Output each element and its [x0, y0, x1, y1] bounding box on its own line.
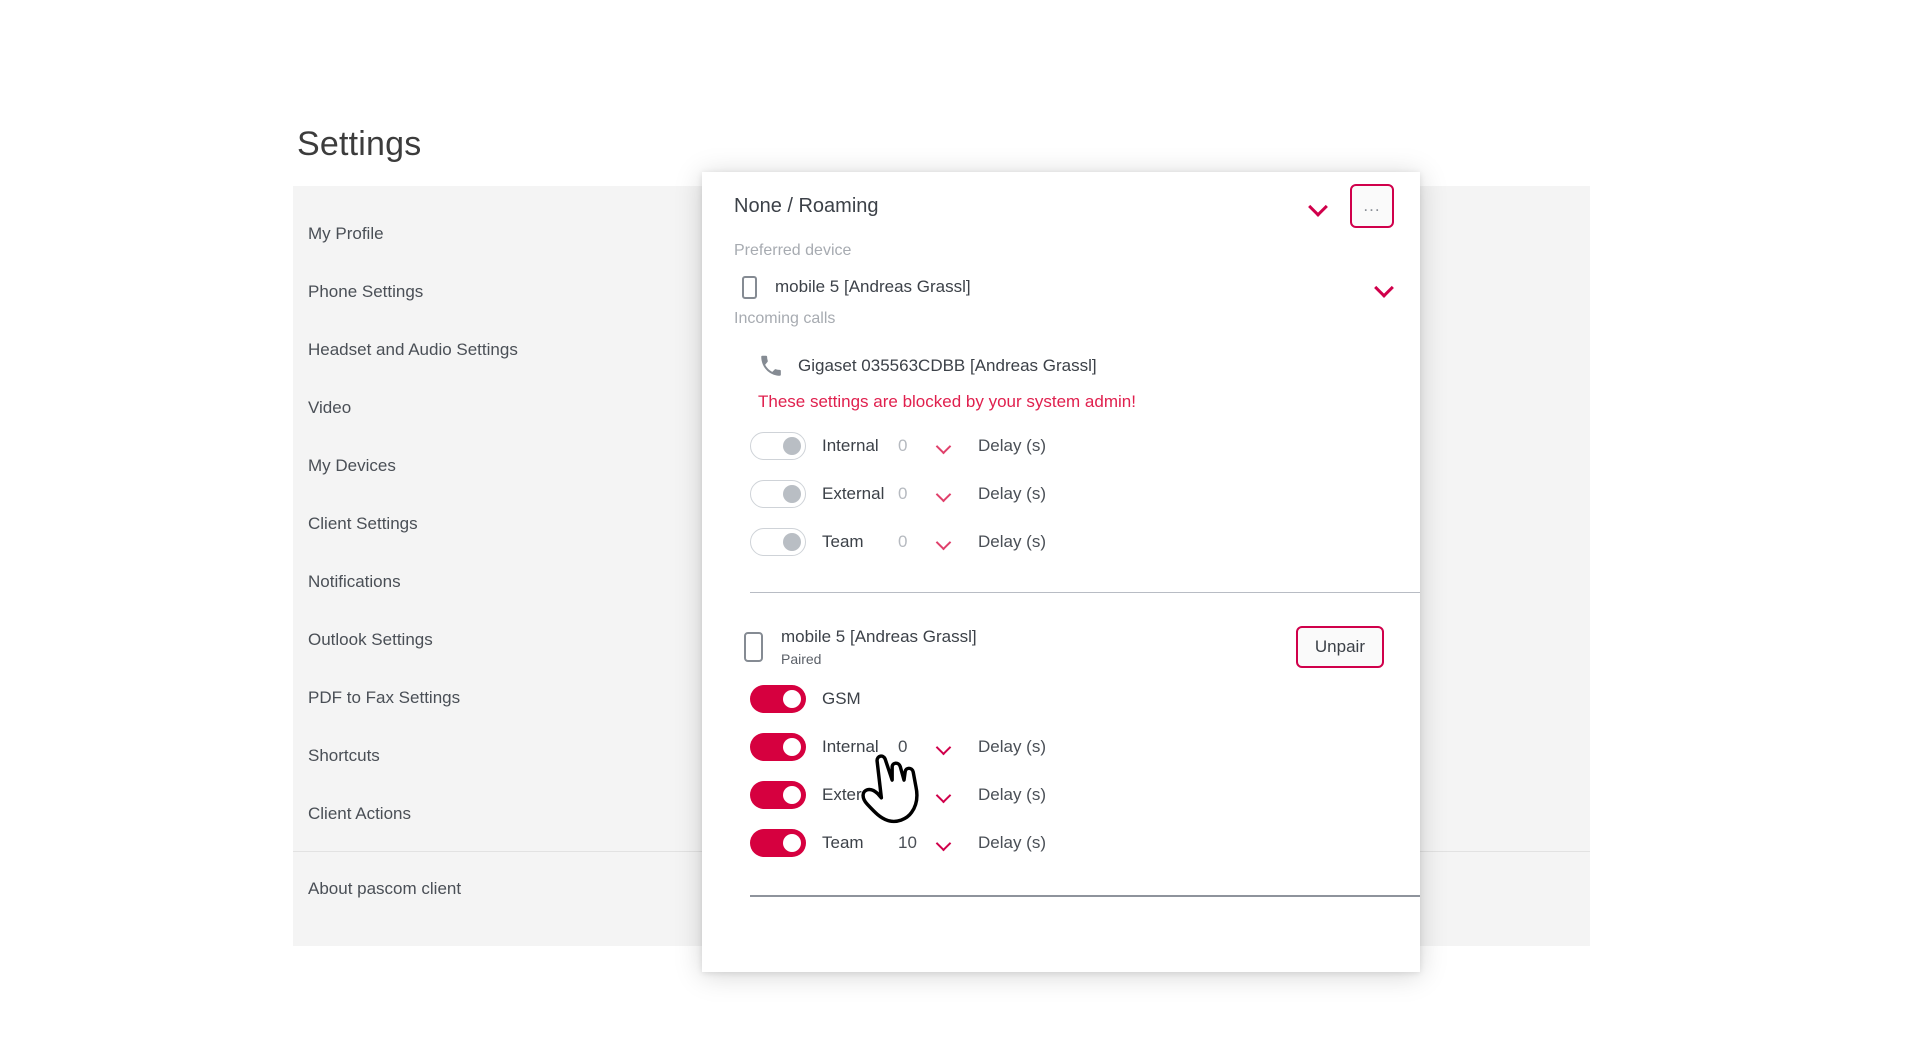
gigaset-device-name: Gigaset 035563CDBB [Andreas Grassl]: [798, 356, 1097, 375]
toggle-row-team: Team 10 Delay (s): [728, 819, 1394, 867]
mobile-phone-icon: [744, 632, 763, 662]
toggle-internal[interactable]: [750, 733, 806, 761]
page-title: Settings: [297, 125, 422, 163]
chevron-down-icon[interactable]: [934, 436, 954, 456]
screen: Settings My Profile Phone Settings Heads…: [0, 0, 1920, 1040]
toggle-row-team-blocked: Team 0 Delay (s): [728, 518, 1394, 566]
sidebar-item-about-pascom-client[interactable]: About pascom client: [293, 860, 723, 918]
chevron-down-icon[interactable]: [1374, 277, 1394, 297]
delay-unit-external: Delay (s): [978, 484, 1047, 503]
toggle-label-gsm: GSM: [822, 689, 861, 708]
toggle-row-internal: Internal 0 Delay (s): [728, 723, 1394, 771]
delay-unit-external: Delay (s): [978, 785, 1047, 804]
sidebar-item-outlook-settings[interactable]: Outlook Settings: [293, 611, 723, 669]
sidebar-item-my-profile[interactable]: My Profile: [293, 205, 723, 263]
toggle-external-blocked[interactable]: [750, 480, 806, 508]
toggle-row-gsm: GSM: [728, 675, 1394, 723]
sidebar-item-phone-settings[interactable]: Phone Settings: [293, 263, 723, 321]
sidebar-item-notifications[interactable]: Notifications: [293, 553, 723, 611]
delay-unit-team: Delay (s): [978, 532, 1047, 551]
delay-unit-internal: Delay (s): [978, 737, 1047, 756]
paired-device-text: mobile 5 [Andreas Grassl] Paired: [781, 627, 1296, 667]
chevron-down-icon[interactable]: [934, 484, 954, 504]
toggle-knob: [783, 533, 801, 551]
delay-value-internal: 0: [898, 436, 908, 455]
dialog-title: None / Roaming: [734, 194, 879, 217]
toggle-gsm[interactable]: [750, 685, 806, 713]
delay-value-internal: 0: [898, 737, 908, 756]
incoming-calls-block: Gigaset 035563CDBB [Andreas Grassl] Thes…: [728, 334, 1394, 566]
preferred-device-name: mobile 5 [Andreas Grassl]: [775, 277, 971, 296]
sidebar-item-headset-and-audio-settings[interactable]: Headset and Audio Settings: [293, 321, 723, 379]
toggle-team-blocked[interactable]: [750, 528, 806, 556]
dialog-bottom-divider: [750, 895, 1420, 897]
toggle-label-external: External: [822, 484, 885, 503]
sidebar-item-client-actions[interactable]: Client Actions: [293, 785, 723, 843]
delay-value-external: 0: [898, 785, 908, 804]
toggle-label-internal: Internal: [822, 436, 879, 455]
toggle-row-external-blocked: External 0 Delay (s): [728, 470, 1394, 518]
blocked-settings-message: These settings are blocked by your syste…: [758, 392, 1136, 411]
toggle-knob: [783, 738, 801, 756]
toggle-label-team: Team: [822, 532, 864, 551]
incoming-calls-label: Incoming calls: [734, 310, 836, 327]
handset-icon: [761, 355, 781, 376]
chevron-down-icon[interactable]: [934, 737, 954, 757]
dialog-header: None / Roaming ...: [728, 172, 1394, 240]
delay-value-team: 0: [898, 532, 908, 551]
delay-unit-team: Delay (s): [978, 833, 1047, 852]
toggle-row-external: External 0 Delay (s): [728, 771, 1394, 819]
sidebar-item-client-settings[interactable]: Client Settings: [293, 495, 723, 553]
unpair-button[interactable]: Unpair: [1295, 626, 1384, 668]
chevron-down-icon[interactable]: [934, 785, 954, 805]
preferred-device-label: Preferred device: [734, 242, 852, 259]
toggle-external[interactable]: [750, 781, 806, 809]
chevron-down-icon[interactable]: [1308, 196, 1328, 216]
toggle-knob: [783, 786, 801, 804]
toggle-knob: [783, 437, 801, 455]
more-options-label: ...: [1363, 196, 1381, 215]
sidebar-item-shortcuts[interactable]: Shortcuts: [293, 727, 723, 785]
more-options-button[interactable]: ...: [1350, 184, 1394, 228]
chevron-down-icon[interactable]: [934, 532, 954, 552]
chevron-down-icon[interactable]: [934, 833, 954, 853]
settings-nav: My Profile Phone Settings Headset and Au…: [293, 186, 1590, 952]
delay-value-external: 0: [898, 484, 908, 503]
delay-unit-internal: Delay (s): [978, 436, 1047, 455]
toggle-internal-blocked[interactable]: [750, 432, 806, 460]
toggle-label-team: Team: [822, 833, 864, 852]
device-settings-dialog: None / Roaming ... Preferred device mobi…: [702, 172, 1420, 972]
sidebar-item-my-devices[interactable]: My Devices: [293, 437, 723, 495]
toggle-label-external: External: [822, 785, 885, 804]
gigaset-device-row: Gigaset 035563CDBB [Andreas Grassl]: [728, 344, 1394, 388]
preferred-device-row[interactable]: mobile 5 [Andreas Grassl]: [728, 266, 1394, 308]
section-divider: [750, 592, 1420, 593]
paired-device-name: mobile 5 [Andreas Grassl]: [781, 627, 977, 646]
sidebar-item-video[interactable]: Video: [293, 379, 723, 437]
toggle-knob: [783, 485, 801, 503]
sidebar-item-pdf-to-fax-settings[interactable]: PDF to Fax Settings: [293, 669, 723, 727]
sidebar-item-obscured: [293, 918, 723, 952]
toggle-label-internal: Internal: [822, 737, 879, 756]
delay-value-team: 10: [898, 833, 917, 852]
paired-device-status: Paired: [781, 651, 822, 667]
toggle-knob: [783, 834, 801, 852]
toggle-row-internal-blocked: Internal 0 Delay (s): [728, 422, 1394, 470]
paired-device-row: mobile 5 [Andreas Grassl] Paired Unpair: [728, 619, 1394, 675]
mobile-phone-icon: [742, 275, 757, 299]
toggle-team[interactable]: [750, 829, 806, 857]
toggle-knob: [783, 690, 801, 708]
